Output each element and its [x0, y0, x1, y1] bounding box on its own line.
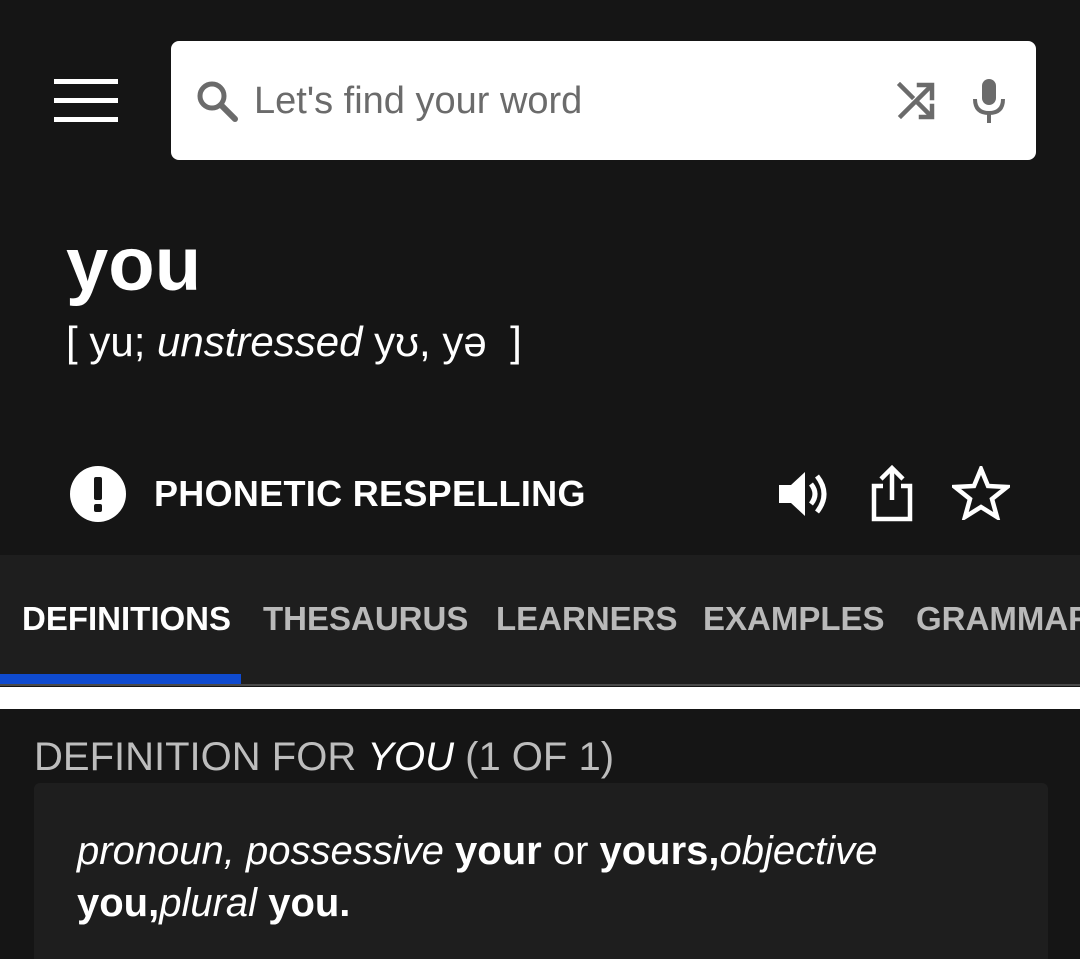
definition-card: pronoun, possessive your or yours,object… — [34, 783, 1048, 959]
voice-search-button[interactable] — [966, 76, 1012, 126]
star-outline-icon — [952, 466, 1010, 520]
pron-unstressed: yʊ, yə — [362, 318, 511, 365]
pron-open-bracket: [ — [66, 318, 90, 365]
menu-icon — [54, 79, 118, 122]
shuffle-icon — [897, 82, 935, 120]
definition-heading: DEFINITION FOR YOU (1 OF 1) — [34, 735, 614, 780]
play-audio-button[interactable] — [776, 466, 834, 522]
top-bar — [0, 0, 1080, 190]
phonetic-respelling-label: PHONETIC RESPELLING — [154, 473, 586, 514]
form-your: your — [455, 829, 542, 873]
section-divider — [0, 687, 1080, 709]
plural-label: plural — [159, 881, 258, 925]
pron-primary: yu; — [89, 318, 158, 365]
def-heading-word: YOU — [367, 735, 455, 779]
def-heading-prefix: DEFINITION FOR — [34, 735, 368, 779]
search-input[interactable] — [254, 72, 854, 130]
pron-close-bracket: ] — [510, 318, 522, 365]
form-objective-you: you, — [77, 881, 160, 925]
phonetic-respelling-toggle[interactable]: PHONETIC RESPELLING — [70, 466, 586, 522]
form-or: or — [541, 829, 600, 873]
headword: you — [66, 222, 202, 307]
dictionary-app: you [ yu; unstressed yʊ, yə ] PHONETIC R… — [0, 0, 1080, 959]
menu-button[interactable] — [40, 62, 132, 140]
share-button[interactable] — [864, 462, 920, 524]
form-plural-you: you. — [257, 881, 351, 925]
speaker-icon — [779, 472, 827, 516]
shuffle-button[interactable] — [895, 79, 939, 123]
tab-thesaurus[interactable]: THESAURUS — [263, 600, 468, 638]
pron-label-unstressed: unstressed — [157, 318, 363, 365]
def-heading-count: (1 OF 1) — [454, 735, 615, 779]
tab-bar-divider — [0, 684, 1080, 686]
tab-definitions[interactable]: DEFINITIONS — [22, 600, 231, 638]
definition-section: DEFINITION FOR YOU (1 OF 1) pronoun, pos… — [0, 709, 1080, 959]
active-tab-indicator — [0, 674, 241, 684]
tab-bar: DEFINITIONS THESAURUS LEARNERS EXAMPLES … — [0, 555, 1080, 686]
pronunciation: [ yu; unstressed yʊ, yə ] — [66, 316, 522, 368]
tab-learners[interactable]: LEARNERS — [496, 600, 678, 638]
microphone-icon — [973, 79, 1005, 123]
definition-forms: pronoun, possessive your or yours,object… — [77, 825, 1007, 929]
pos-label: pronoun, possessive — [77, 829, 456, 873]
search-icon — [197, 81, 238, 122]
form-yours: yours, — [599, 829, 720, 873]
alert-circle-icon — [70, 466, 126, 522]
objective-label: objective — [719, 829, 878, 873]
share-icon — [871, 464, 913, 522]
favorite-button[interactable] — [950, 464, 1012, 522]
tab-grammar[interactable]: GRAMMAR — [916, 600, 1080, 638]
tab-examples[interactable]: EXAMPLES — [703, 600, 885, 638]
